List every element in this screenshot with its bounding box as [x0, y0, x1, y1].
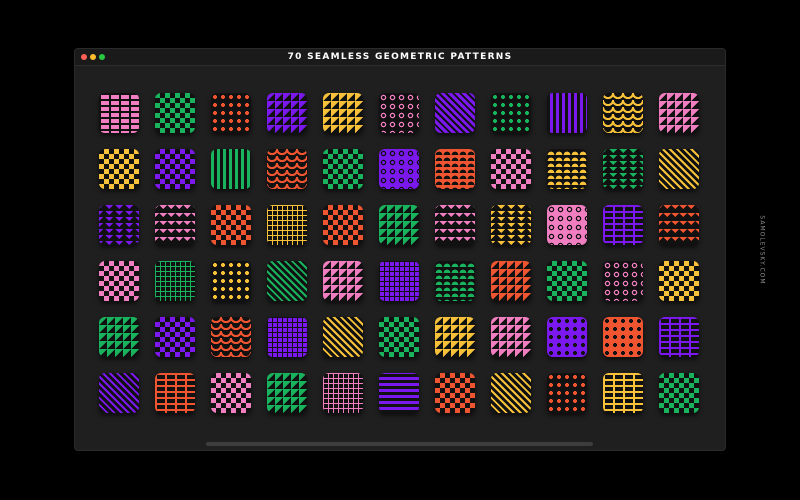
- pattern-tile[interactable]: [323, 373, 363, 413]
- pattern-tile[interactable]: [267, 205, 307, 245]
- title-bar: 70 SEAMLESS GEOMETRIC PATTERNS: [75, 49, 725, 66]
- watermark-text: SAMOLEVSKY.COM: [758, 215, 766, 285]
- pattern-tile[interactable]: [99, 205, 139, 245]
- pattern-tile[interactable]: [547, 373, 587, 413]
- pattern-tile[interactable]: [603, 93, 643, 133]
- pattern-tile[interactable]: [155, 261, 195, 301]
- pattern-tile[interactable]: [211, 149, 251, 189]
- pattern-tile[interactable]: [379, 205, 419, 245]
- pattern-tile[interactable]: [323, 93, 363, 133]
- pattern-tile[interactable]: [99, 149, 139, 189]
- pattern-tile[interactable]: [603, 317, 643, 357]
- pattern-tile[interactable]: [491, 261, 531, 301]
- pattern-grid: [75, 66, 725, 432]
- pattern-tile[interactable]: [435, 373, 475, 413]
- pattern-tile[interactable]: [267, 317, 307, 357]
- pattern-tile[interactable]: [435, 317, 475, 357]
- pattern-tile[interactable]: [547, 261, 587, 301]
- pattern-tile[interactable]: [267, 261, 307, 301]
- pattern-tile[interactable]: [99, 261, 139, 301]
- pattern-tile[interactable]: [659, 149, 699, 189]
- pattern-tile[interactable]: [659, 205, 699, 245]
- pattern-tile[interactable]: [323, 261, 363, 301]
- pattern-tile[interactable]: [267, 373, 307, 413]
- pattern-tile[interactable]: [491, 149, 531, 189]
- pattern-tile[interactable]: [99, 317, 139, 357]
- pattern-tile[interactable]: [379, 93, 419, 133]
- pattern-tile[interactable]: [435, 149, 475, 189]
- pattern-tile[interactable]: [659, 317, 699, 357]
- pattern-tile[interactable]: [323, 317, 363, 357]
- pattern-tile[interactable]: [211, 93, 251, 133]
- pattern-tile[interactable]: [659, 93, 699, 133]
- pattern-tile[interactable]: [603, 261, 643, 301]
- pattern-tile[interactable]: [99, 373, 139, 413]
- horizontal-scrollbar[interactable]: [206, 442, 593, 446]
- pattern-tile[interactable]: [211, 205, 251, 245]
- pattern-tile[interactable]: [491, 205, 531, 245]
- pattern-tile[interactable]: [323, 149, 363, 189]
- pattern-tile[interactable]: [99, 93, 139, 133]
- pattern-tile[interactable]: [155, 205, 195, 245]
- pattern-tile[interactable]: [547, 205, 587, 245]
- pattern-tile[interactable]: [155, 373, 195, 413]
- pattern-tile[interactable]: [155, 93, 195, 133]
- pattern-tile[interactable]: [491, 373, 531, 413]
- pattern-tile[interactable]: [211, 261, 251, 301]
- window-title: 70 SEAMLESS GEOMETRIC PATTERNS: [287, 52, 513, 62]
- pattern-tile[interactable]: [491, 317, 531, 357]
- pattern-tile[interactable]: [435, 93, 475, 133]
- pattern-tile[interactable]: [155, 317, 195, 357]
- pattern-tile[interactable]: [267, 93, 307, 133]
- pattern-tile[interactable]: [211, 317, 251, 357]
- pattern-tile[interactable]: [379, 261, 419, 301]
- pattern-tile[interactable]: [547, 149, 587, 189]
- pattern-tile[interactable]: [603, 373, 643, 413]
- pattern-tile[interactable]: [323, 205, 363, 245]
- pattern-tile[interactable]: [603, 205, 643, 245]
- pattern-tile[interactable]: [435, 261, 475, 301]
- pattern-tile[interactable]: [379, 149, 419, 189]
- pattern-tile[interactable]: [435, 205, 475, 245]
- pattern-tile[interactable]: [659, 373, 699, 413]
- pattern-tile[interactable]: [547, 317, 587, 357]
- pattern-tile[interactable]: [603, 149, 643, 189]
- pattern-tile[interactable]: [379, 317, 419, 357]
- pattern-tile[interactable]: [547, 93, 587, 133]
- app-window: 70 SEAMLESS GEOMETRIC PATTERNS: [75, 49, 725, 450]
- pattern-tile[interactable]: [659, 261, 699, 301]
- pattern-tile[interactable]: [155, 149, 195, 189]
- pattern-tile[interactable]: [211, 373, 251, 413]
- pattern-tile[interactable]: [267, 149, 307, 189]
- pattern-tile[interactable]: [379, 373, 419, 413]
- pattern-tile[interactable]: [491, 93, 531, 133]
